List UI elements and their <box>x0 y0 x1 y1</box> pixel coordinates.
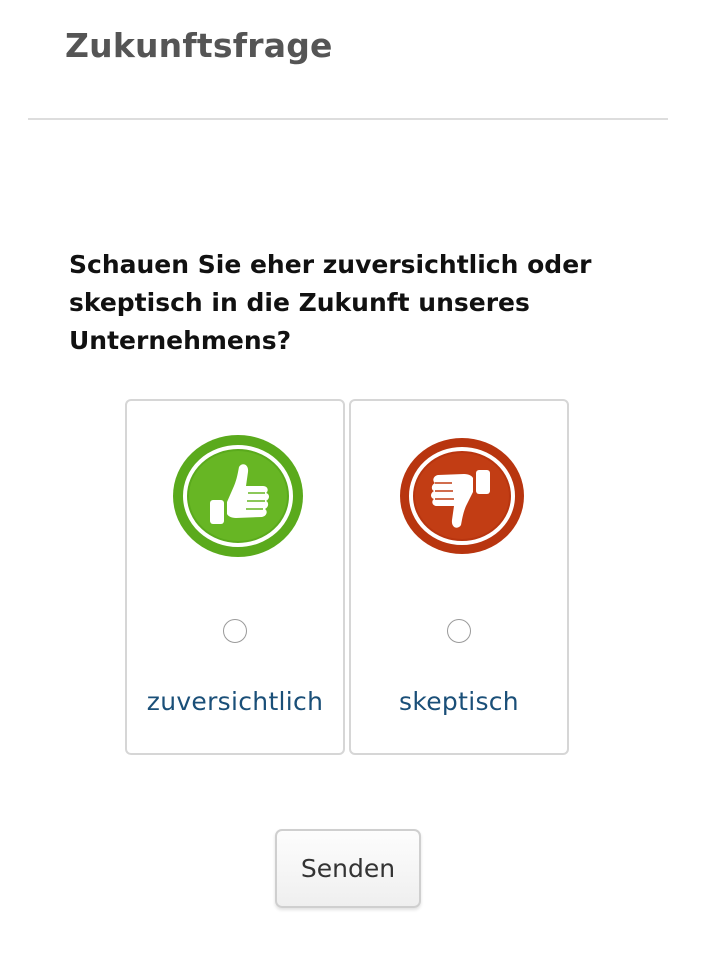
option-card-skeptisch[interactable]: skeptisch <box>349 399 569 755</box>
page-title: Zukunftsfrage <box>65 26 333 65</box>
option-card-zuversichtlich[interactable]: zuversichtlich <box>125 399 345 755</box>
send-button[interactable]: Senden <box>275 829 421 908</box>
radio-zuversichtlich[interactable] <box>223 619 247 643</box>
option-label-skeptisch[interactable]: skeptisch <box>351 687 567 716</box>
option-label-zuversichtlich[interactable]: zuversichtlich <box>127 687 343 716</box>
thumbs-down-icon <box>396 434 528 558</box>
title-divider <box>28 118 668 120</box>
thumbs-up-icon <box>172 434 304 558</box>
radio-skeptisch[interactable] <box>447 619 471 643</box>
survey-question: Schauen Sie eher zuversichtlich oder ske… <box>69 250 592 355</box>
